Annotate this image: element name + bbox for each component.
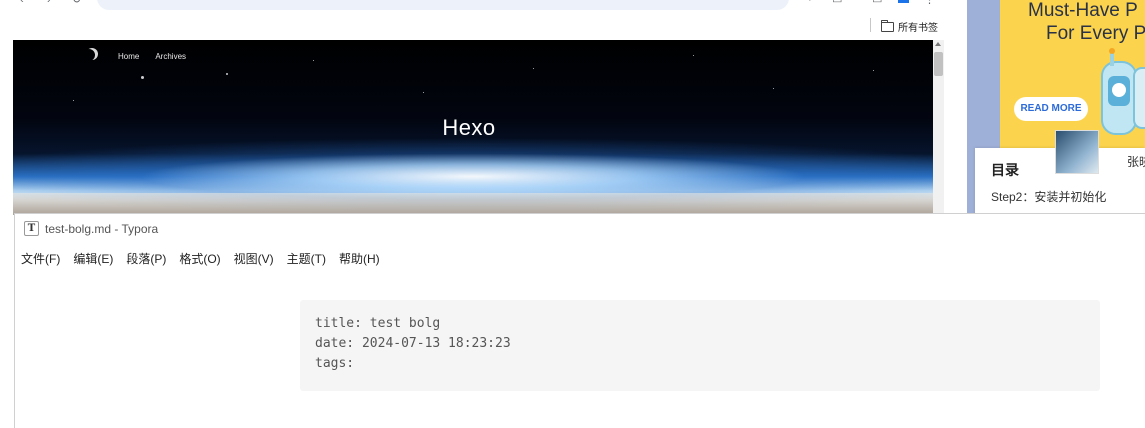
star <box>693 55 694 56</box>
star <box>773 88 774 89</box>
menu-file[interactable]: 文件(F) <box>21 250 66 267</box>
toc-item[interactable]: Step2：安装并初始化 <box>991 188 1106 205</box>
browser-window: ‹ › ↻ ⊞ ⌕ ☆ · ▭ ▭ ▬ ⋮ 所有书签 Home <box>0 0 945 215</box>
scroll-thumb[interactable] <box>934 52 943 76</box>
typora-app-icon: T <box>24 221 39 236</box>
menu-help[interactable]: 帮助(H) <box>339 250 386 267</box>
nav-archives-link[interactable]: Archives <box>155 52 186 61</box>
star <box>423 92 424 93</box>
baby-monitor-image <box>1101 48 1145 135</box>
folder-icon <box>881 19 894 32</box>
ad-headline-1: Must-Have P <box>1028 0 1138 21</box>
menu-bar: 文件(F) 编辑(E) 段落(P) 格式(O) 视图(V) 主题(T) 帮助(H… <box>21 250 393 267</box>
tab-search-icon[interactable]: ▭ <box>832 0 844 6</box>
extensions-icon[interactable]: · <box>808 0 820 6</box>
star <box>226 73 228 75</box>
star <box>873 70 874 71</box>
hexo-nav: Home Archives <box>118 52 186 61</box>
site-title[interactable]: Hexo <box>13 115 925 141</box>
editor-area[interactable]: title: test bolg date: 2024-07-13 18:23:… <box>15 276 1145 428</box>
scroll-up-icon[interactable] <box>935 42 941 46</box>
star <box>141 76 144 79</box>
toc-title: 目录 <box>991 162 1019 178</box>
star <box>533 68 534 69</box>
clouds-band <box>13 193 933 215</box>
menu-themes[interactable]: 主题(T) <box>287 250 332 267</box>
menu-view[interactable]: 视图(V) <box>234 250 280 267</box>
front-matter-block[interactable]: title: test bolg date: 2024-07-13 18:23:… <box>300 300 1100 391</box>
author-name[interactable]: 张晓 <box>1127 153 1145 170</box>
menu-edit[interactable]: 编辑(E) <box>73 250 119 267</box>
ad-read-more-button[interactable]: READ MORE <box>1014 97 1088 121</box>
hexo-banner: Home Archives Hexo <box>13 40 933 215</box>
address-bar[interactable]: ⊞ ⌕ ☆ <box>97 0 789 10</box>
toc-card: 目录 张晓 Step2：安装并初始化 <box>975 130 1145 215</box>
all-bookmarks-label: 所有书签 <box>898 23 938 34</box>
moon-icon <box>86 48 98 60</box>
typora-window: T test-bolg.md - Typora 文件(F) 编辑(E) 段落(P… <box>14 213 1145 428</box>
front-matter-tags[interactable]: tags: <box>315 356 354 371</box>
front-matter-title[interactable]: title: test bolg <box>315 316 440 331</box>
menu-icon[interactable]: ⋮ <box>924 0 936 6</box>
forward-icon[interactable]: › <box>47 0 59 6</box>
back-icon[interactable]: ‹ <box>20 0 32 6</box>
front-matter-date[interactable]: date: 2024-07-13 18:23:23 <box>315 336 511 351</box>
bookmarks-bar: 所有书签 <box>0 14 945 38</box>
browser-toolbar: ‹ › ↻ ⊞ ⌕ ☆ · ▭ ▭ ▬ ⋮ <box>0 0 945 10</box>
typora-titlebar[interactable]: T test-bolg.md - Typora <box>15 214 1145 242</box>
menu-paragraph[interactable]: 段落(P) <box>126 250 172 267</box>
all-bookmarks-button[interactable]: 所有书签 <box>881 19 938 34</box>
window-title: test-bolg.md - Typora <box>45 222 159 236</box>
menu-format[interactable]: 格式(O) <box>179 250 226 267</box>
author-avatar[interactable] <box>1055 130 1099 174</box>
page-scrollbar[interactable] <box>933 40 944 215</box>
sidepanel-icon[interactable]: ▭ <box>872 0 884 6</box>
bookmarks-divider <box>870 18 871 32</box>
star <box>313 60 314 61</box>
nav-home-link[interactable]: Home <box>118 52 139 61</box>
ad-headline-2: For Every P <box>1046 23 1145 44</box>
profile-icon[interactable]: ▬ <box>898 0 910 6</box>
ad-banner[interactable]: Must-Have P For Every P READ MORE <box>1000 0 1145 148</box>
star <box>73 100 74 101</box>
reload-icon[interactable]: ↻ <box>72 0 84 6</box>
